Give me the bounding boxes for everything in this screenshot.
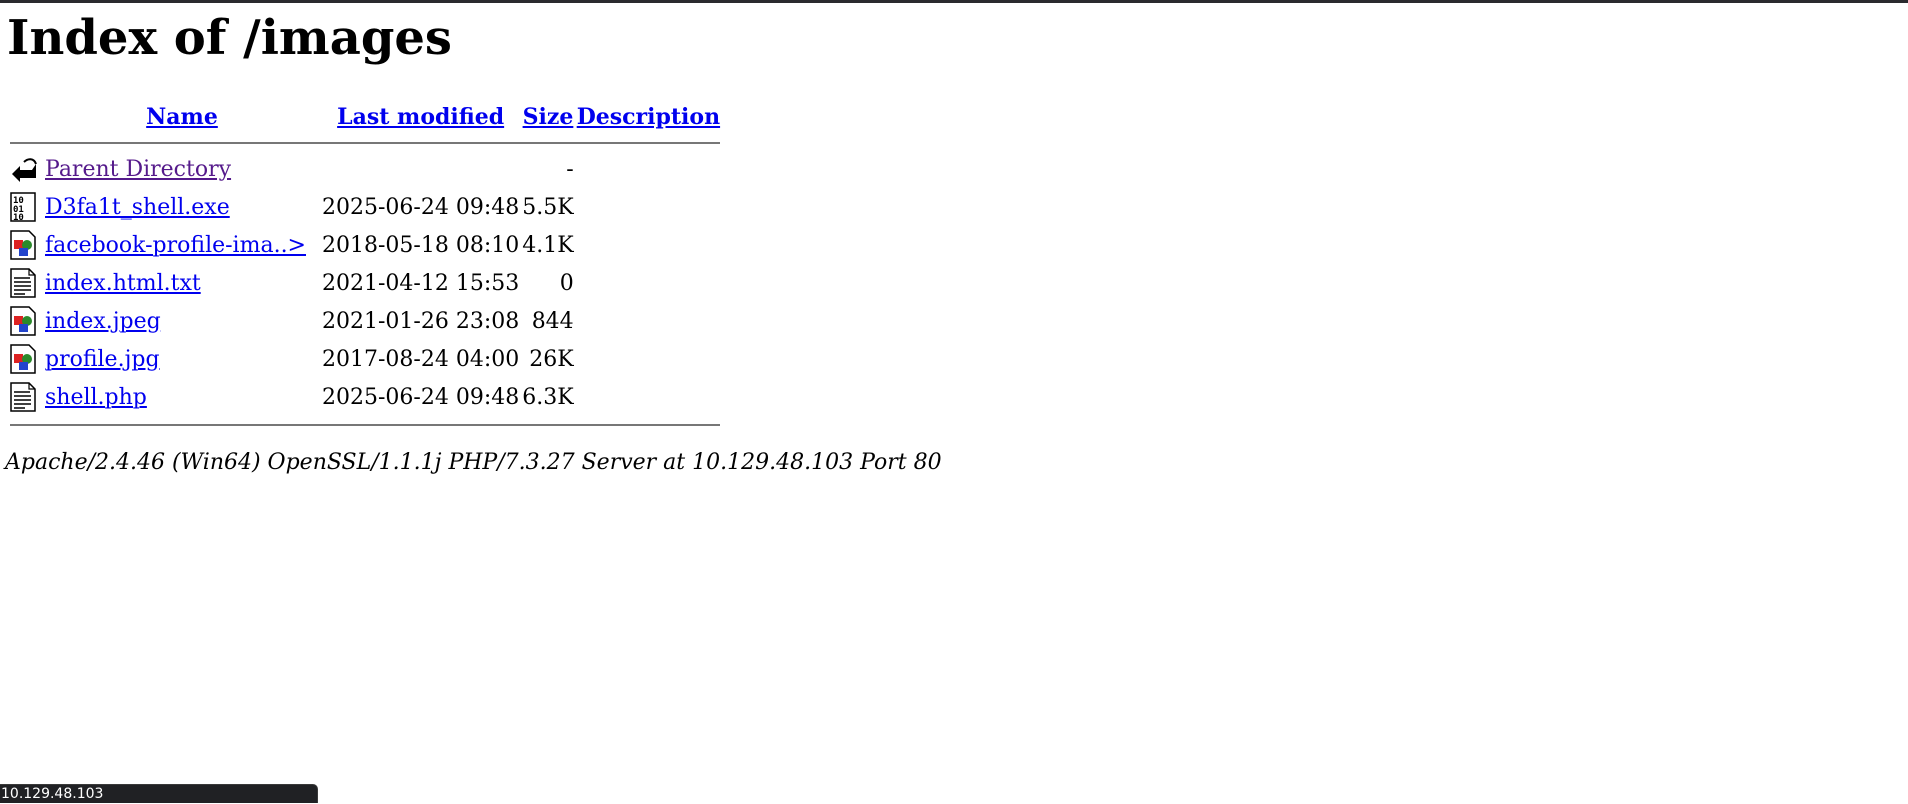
description-cell [577,152,720,186]
file-link[interactable]: shell.php [45,385,147,410]
icon-cell [10,380,42,414]
image-icon [10,306,38,336]
name-cell: index.jpeg [45,304,319,338]
modified-cell: 2018-05-18 08:10 [322,232,520,258]
svg-text:10: 10 [13,213,24,222]
modified-cell: 2025-06-24 09:48 [322,194,520,220]
size-cell: 5.5K [522,194,574,220]
modified-cell: 2025-06-24 09:48 [322,384,520,410]
name-cell: Parent Directory [45,152,319,186]
header-size-cell: Size [522,102,574,132]
modified-cell [322,152,519,186]
description-cell [577,190,720,224]
browser-top-border [0,0,1908,3]
server-signature: Apache/2.4.46 (Win64) OpenSSL/1.1.1j PHP… [5,450,942,475]
name-cell: facebook-profile-ima..> [45,228,319,262]
name-cell: index.html.txt [45,266,319,300]
header-modified-cell: Last modified [322,102,519,132]
link-status-bar: 10.129.48.103 [0,784,318,803]
header-divider [10,142,721,144]
file-row: profile.jpg 2017-08-24 04:00 26K [10,342,720,376]
file-link[interactable]: profile.jpg [45,347,160,372]
parent-directory-row: Parent Directory - [10,152,720,186]
size-cell: 26K [529,346,574,372]
back-arrow-icon [10,154,38,184]
sort-by-size-link[interactable]: Size [523,104,574,130]
description-cell [577,228,720,262]
file-link[interactable]: D3fa1t_shell.exe [45,195,230,220]
size-cell: - [566,156,574,182]
directory-listing-table: Name Last modified Size Description Pare… [7,98,723,434]
file-row: index.jpeg 2021-01-26 23:08 844 [10,304,720,338]
image-icon [10,230,38,260]
description-cell [577,304,720,338]
file-link[interactable]: index.jpeg [45,309,161,334]
file-row: shell.php 2025-06-24 09:48 6.3K [10,380,720,414]
binary-icon: 10 01 10 [10,192,38,223]
sort-by-last-modified-link[interactable]: Last modified [337,104,504,130]
header-icon-column [10,102,42,132]
image-icon [10,344,38,374]
file-link[interactable]: facebook-profile-ima..> [45,233,306,258]
icon-cell [10,342,42,376]
name-cell: D3fa1t_shell.exe [45,190,319,224]
text-icon [10,268,38,298]
footer-divider [10,424,721,426]
file-row: 10 01 10 D3fa1t_shell.exe 2025-06-24 09:48 5.… [10,190,720,224]
sort-by-name-link[interactable]: Name [146,104,218,130]
icon-cell [10,228,42,262]
file-link[interactable]: index.html.txt [45,271,201,296]
name-cell: shell.php [45,380,319,414]
file-row: index.html.txt 2021-04-12 15:53 0 [10,266,720,300]
file-row: facebook-profile-ima..> 2018-05-18 08:10 4… [10,228,720,262]
name-cell: profile.jpg [45,342,319,376]
size-cell: 844 [531,308,574,334]
table-header-row: Name Last modified Size Description [10,102,720,132]
page-title: Index of /images [7,10,452,66]
text-icon [10,382,38,412]
icon-cell: 10 01 10 [10,190,42,224]
size-cell: 4.1K [522,232,574,258]
size-cell: 6.3K [522,384,574,410]
header-description-cell: Description [577,102,720,132]
header-name-cell: Name [45,102,319,132]
description-cell [577,342,720,376]
icon-cell [10,152,42,186]
modified-cell: 2021-01-26 23:08 [322,308,520,334]
modified-cell: 2021-04-12 15:53 [322,270,520,296]
icon-cell [10,266,42,300]
icon-cell [10,304,42,338]
parent-directory-link[interactable]: Parent Directory [45,157,231,182]
sort-by-description-link[interactable]: Description [577,104,720,130]
description-cell [577,380,720,414]
description-cell [577,266,720,300]
modified-cell: 2017-08-24 04:00 [322,346,520,372]
size-cell: 0 [559,270,574,296]
